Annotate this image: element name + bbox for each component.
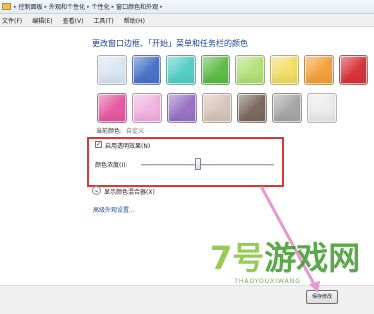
watermark-logo: 7号游戏网 7HAOYOUXIWANG bbox=[210, 239, 361, 285]
